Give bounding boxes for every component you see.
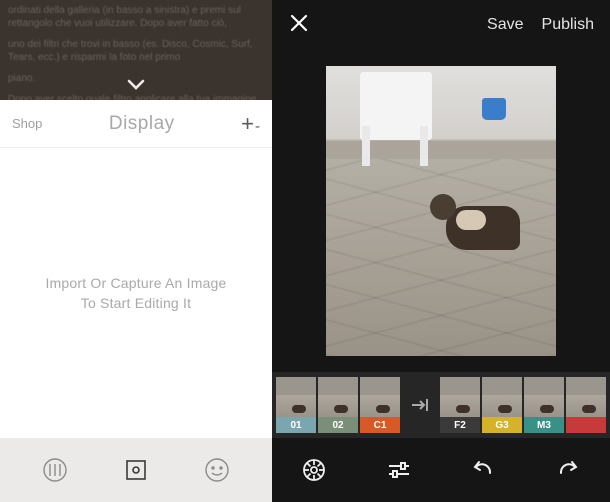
shop-link[interactable]: Shop [12,116,42,131]
empty-line-1: Import Or Capture An Image [45,275,226,291]
redo-icon[interactable] [553,455,583,485]
article-line: Dopo aver scelto quale filtro applicare … [0,89,272,100]
minus-icon: - [255,118,260,135]
article-line: ordinati della galleria (in basso a sini… [0,0,272,34]
library-panel: ordinati della galleria (in basso a sini… [0,0,272,502]
filter-thumb[interactable]: F2 [440,377,480,433]
display-title[interactable]: Display [109,113,175,135]
empty-state: Import Or Capture An Image To Start Edit… [0,148,272,438]
filter-thumb[interactable]: G3 [482,377,522,433]
library-header: Shop Display +- [0,100,272,148]
filter-label: C1 [360,417,400,433]
wheel-icon[interactable] [299,455,329,485]
photo-preview[interactable] [326,66,556,356]
empty-line-2: To Start Editing It [81,295,191,311]
smiley-icon[interactable] [203,456,231,484]
editor-panel: Save Publish 0102C1 F2G3M3 [272,0,610,502]
editor-header: Save Publish [272,0,610,50]
library-toolbar [0,438,272,502]
editor-toolbar [272,438,610,502]
filter-thumb[interactable]: C1 [360,377,400,433]
filter-label: 02 [318,417,358,433]
photo-preview-area [272,50,610,372]
add-button[interactable]: +- [241,111,260,137]
filter-thumb[interactable]: 01 [276,377,316,433]
article-line: uno dei filtri che trovi in basso (es. D… [0,34,272,68]
filter-label: G3 [482,417,522,433]
filter-label [566,417,606,433]
article-line: piano. [0,68,272,89]
filter-strip[interactable]: 0102C1 F2G3M3 [272,372,610,438]
filter-divider-icon [402,394,438,416]
sliders-icon[interactable] [384,455,414,485]
filter-thumb[interactable]: 02 [318,377,358,433]
background-article: ordinati della galleria (in basso a sini… [0,0,272,100]
stack-icon[interactable] [41,456,69,484]
filter-label: 01 [276,417,316,433]
save-button[interactable]: Save [487,16,523,34]
publish-button[interactable]: Publish [542,16,594,34]
close-button[interactable] [288,12,310,39]
filter-label: F2 [440,417,480,433]
undo-icon[interactable] [468,455,498,485]
filter-thumb[interactable]: M3 [524,377,564,433]
capture-icon[interactable] [122,456,150,484]
filter-thumb[interactable] [566,377,606,433]
filter-label: M3 [524,417,564,433]
plus-icon: + [241,111,254,137]
